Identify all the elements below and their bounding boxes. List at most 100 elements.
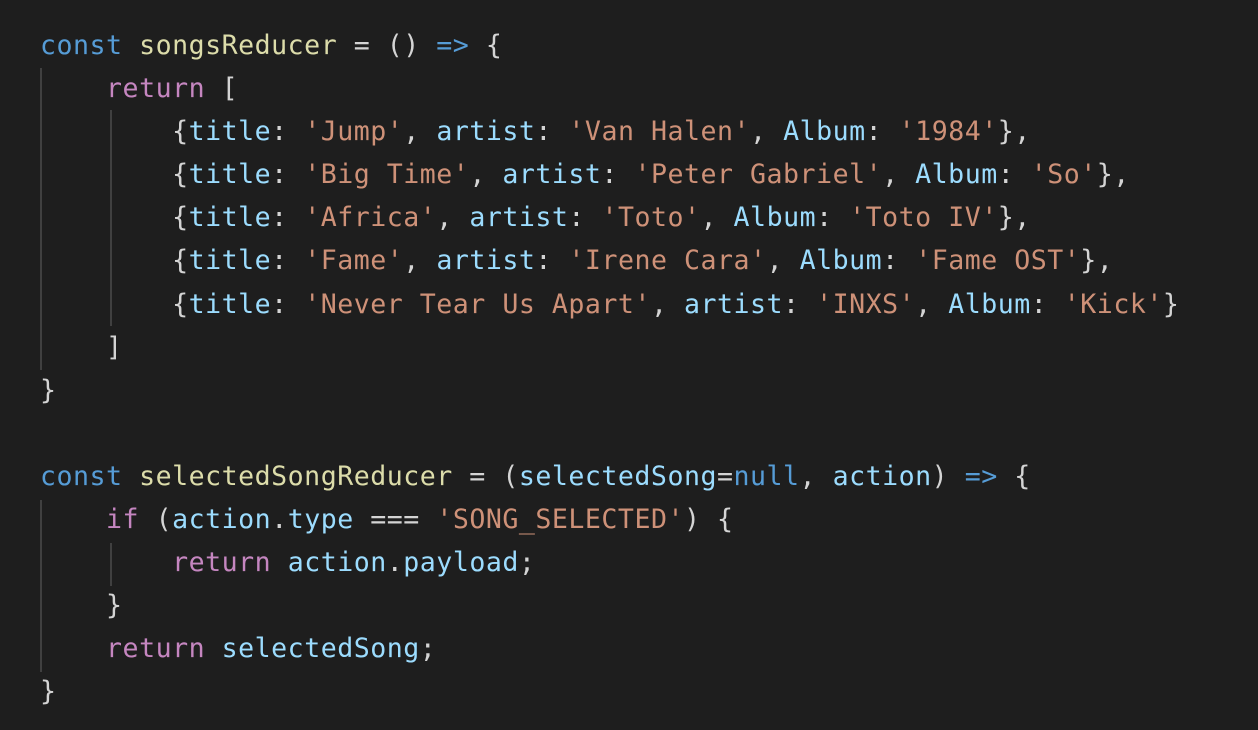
code-token: : (535, 245, 569, 277)
code-token: , (436, 202, 470, 234)
code-token: 'Toto IV' (849, 202, 998, 234)
code-token: : (1030, 288, 1064, 320)
code-line: ] (40, 326, 1179, 369)
code-token: : (271, 159, 305, 191)
code-token: : (997, 159, 1031, 191)
code-token: return (106, 633, 206, 665)
code-token: action (287, 547, 387, 579)
code-token: { (40, 116, 189, 148)
code-token: = () (337, 30, 437, 61)
code-token: , (469, 159, 503, 191)
code-token: }, (997, 202, 1031, 234)
code-token: ) { (683, 504, 734, 536)
code-token: ] (40, 331, 123, 363)
code-token: ( (139, 504, 173, 536)
code-line: } (40, 369, 1179, 412)
code-token: artist (683, 288, 784, 320)
code-token: Album (783, 116, 866, 148)
code-line: {title: 'Never Tear Us Apart', artist: '… (40, 283, 1179, 326)
code-token: ; (518, 547, 536, 579)
code-token: if (106, 504, 140, 536)
code-token: title (188, 202, 272, 234)
code-token: , (799, 460, 833, 492)
code-token: , (403, 245, 437, 277)
code-token: const (40, 460, 123, 492)
code-token: : (271, 202, 305, 234)
code-token: title (188, 159, 272, 191)
code-token: action (832, 460, 932, 492)
code-token: action (172, 504, 272, 536)
code-token: : (865, 116, 899, 148)
code-token: : (816, 202, 850, 234)
code-token: artist (436, 116, 536, 148)
code-token: : (271, 245, 305, 277)
code-token: const (40, 30, 123, 61)
code-token: }, (997, 116, 1031, 148)
code-line: const songsReducer = () => { (40, 24, 1179, 67)
code-token: }, (1080, 245, 1114, 277)
code-token: 'Fame' (304, 245, 404, 277)
code-token: 'Africa' (304, 202, 437, 234)
code-token: , (750, 116, 784, 148)
code-token: 'INXS' (816, 288, 916, 320)
code-token: , (650, 288, 684, 320)
code-token: '1984' (898, 116, 998, 148)
code-line: {title: 'Africa', artist: 'Toto', Album:… (40, 196, 1179, 239)
code-token: } (1162, 288, 1180, 320)
code-token: , (915, 288, 949, 320)
code-token: 'Jump' (304, 116, 404, 148)
code-token: , (882, 159, 916, 191)
code-token: 'Kick' (1063, 288, 1163, 320)
code-line: } (40, 670, 1179, 713)
code-line: {title: 'Jump', artist: 'Van Halen', Alb… (40, 110, 1179, 153)
code-token: artist (502, 159, 602, 191)
code-token: selectedSong (221, 633, 420, 665)
code-line: return selectedSong; (40, 627, 1179, 670)
code-token: 'Peter Gabriel' (634, 159, 883, 191)
code-token: 'SONG_SELECTED' (436, 504, 684, 536)
code-token: selectedSong (518, 460, 717, 492)
code-token: 'Irene Cara' (568, 245, 767, 277)
code-token: ) (931, 460, 965, 492)
code-token: title (188, 116, 272, 148)
code-token: : (783, 288, 817, 320)
code-block[interactable]: const songsReducer = () => { return [ {t… (40, 24, 1179, 714)
code-token: = (716, 460, 734, 492)
code-token: songsReducer (139, 30, 338, 61)
code-token: => (436, 30, 470, 61)
code-token: , (403, 116, 437, 148)
code-token: { (40, 245, 189, 277)
code-line: return [ (40, 67, 1179, 110)
code-line: } (40, 584, 1179, 627)
code-token: : (882, 245, 916, 277)
code-token: 'So' (1030, 159, 1097, 191)
code-token: 'Never Tear Us Apart' (304, 288, 651, 320)
code-token: Album (799, 245, 883, 277)
code-line: {title: 'Big Time', artist: 'Peter Gabri… (40, 153, 1179, 196)
code-token: : (535, 116, 569, 148)
code-token: Album (948, 288, 1031, 320)
code-token: artist (469, 202, 569, 234)
code-token: selectedSongReducer (139, 460, 453, 492)
code-token: . (386, 547, 404, 579)
code-token: : (271, 288, 305, 320)
code-token: { (40, 159, 189, 191)
code-token: [ (205, 73, 239, 105)
code-token: , (700, 202, 734, 234)
code-token: Album (733, 202, 817, 234)
code-line: if (action.type === 'SONG_SELECTED') { (40, 498, 1179, 541)
code-editor[interactable]: const songsReducer = () => { return [ {t… (0, 0, 1258, 730)
code-token: : (601, 159, 635, 191)
code-token: } (40, 374, 57, 406)
code-token: , (766, 245, 800, 277)
code-token: { (997, 460, 1031, 492)
